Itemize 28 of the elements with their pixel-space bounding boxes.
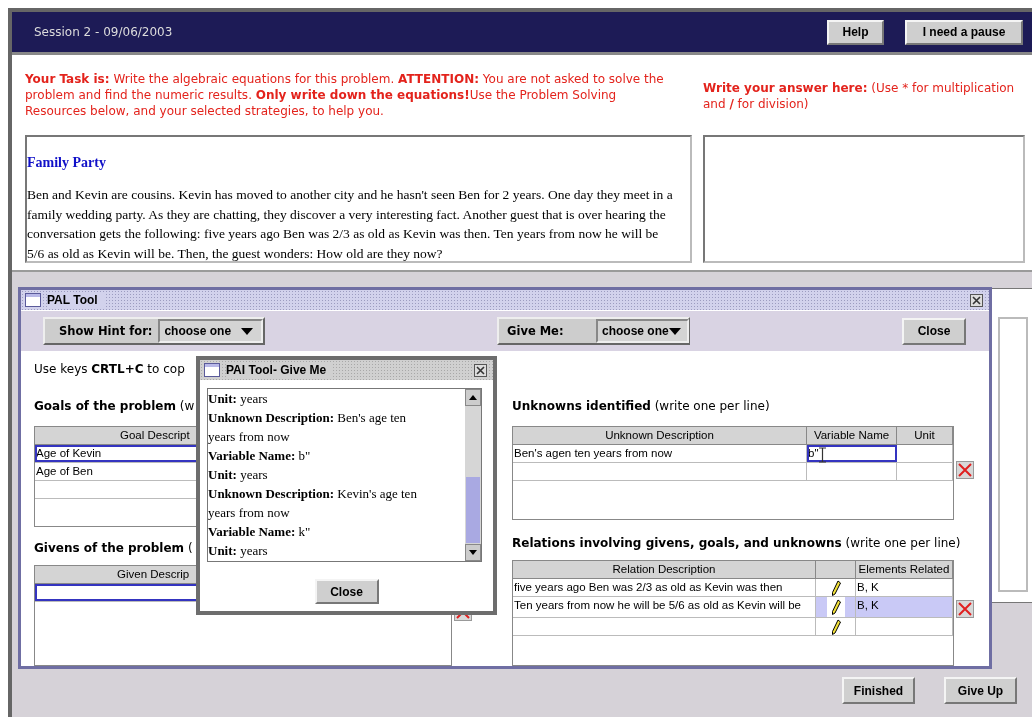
answer-prompt: Write your answer here: (Use * for multiplication and / for division) <box>703 80 1016 113</box>
column-header: Unit <box>897 427 953 444</box>
copy-hint: Use keys CRTL+C to cop <box>34 361 185 377</box>
column-header: Relation Description <box>513 561 816 578</box>
hint-text-line: Unit: years <box>208 542 269 560</box>
section-heading: Unknowns identified (write one per line) <box>512 399 770 414</box>
hint-text-line: Unit: years <box>208 466 269 484</box>
column-header: Unknown Description <box>513 427 807 444</box>
problem-text: Ben and Kevin are cousins. Kevin has moved to another city and he hasn't seen Ben for 2 years. One day they meet in a family wedding party. As they are chatting, they discover a very interesting fact. Another guest that is over hearing the conversation gets the following: five years ago Ben was 2/3 as old as Kevin was then. Ten years from now he will be 5/6 as old as Kevin will be. Then, the guest wonders: How old are they now? <box>27 186 674 261</box>
column-header: Variable Name <box>807 427 897 444</box>
window-title: PAL Tool <box>47 293 104 307</box>
problem-title: Family Party <box>27 155 107 171</box>
section-heading: Goals of the problem (w <box>34 399 195 414</box>
hint-text-line: years from now <box>208 504 291 522</box>
session-title: Session 2 - 09/06/2003 <box>34 25 173 39</box>
column-header: Elements Related <box>856 561 953 578</box>
section-heading: Relations involving givens, goals, and unknowns (write one per line) <box>512 536 961 551</box>
hint-text-line: Unit: years <box>208 390 269 408</box>
hint-label: Show Hint for: <box>59 324 153 338</box>
section-heading: Givens of the problem ( <box>34 541 193 556</box>
hint-text-line: Variable Name: b" <box>208 447 312 465</box>
give-me-label: Give Me: <box>507 324 565 338</box>
hint-text-line: Unknown Description: Kevin's age ten <box>208 485 418 503</box>
window-title: PAI Tool- Give Me <box>226 363 333 377</box>
hint-text-line: Unknown Description: Ben's age ten <box>208 409 408 427</box>
hint-text-line: Variable Name: k" <box>208 523 312 541</box>
hint-text-line: years from now <box>208 428 291 446</box>
task-instructions: Your Task is: Write the algebraic equations for this problem. ATTENTION: You are not asked to solve the problem and find the numeric results. Only write down the equations!Use the Problem Solving Resources below, and your selected strategies, to help you. <box>25 71 665 120</box>
